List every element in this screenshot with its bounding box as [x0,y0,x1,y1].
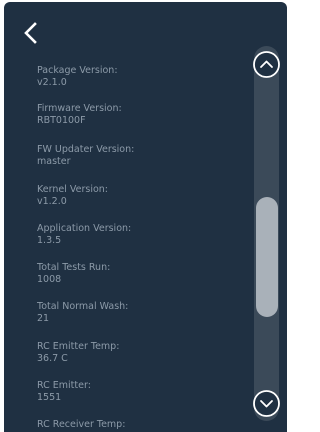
info-value: 1551 [37,392,62,403]
scroll-down-button[interactable] [252,389,281,418]
info-value: 1008 [37,274,62,285]
info-label: Total Tests Run: [37,262,111,273]
chevron-up-circle-icon [253,51,280,78]
info-value: master [37,156,71,167]
info-value: v1.2.0 [37,196,67,207]
info-value: RBT0100F [37,115,86,126]
back-button[interactable] [20,20,42,46]
info-label: FW Updater Version: [37,144,135,155]
list-item-application-version: Application Version: 1.3.5 [37,223,131,247]
list-item-kernel-version: Kernel Version: v1.2.0 [37,184,108,208]
info-label: Total Normal Wash: [37,301,129,312]
info-value: 36.7 C [37,353,68,364]
info-label: Kernel Version: [37,184,108,195]
info-label: RC Emitter Temp: [37,341,120,352]
list-item-rc-emitter-temp: RC Emitter Temp: 36.7 C [37,341,119,365]
list-item-total-normal-wash: Total Normal Wash: 21 [37,301,128,325]
list-item-fw-updater-version: FW Updater Version: master [37,144,134,168]
list-item-rc-emitter: RC Emitter: 1551 [37,380,91,404]
info-label: RC Emitter: [37,380,91,391]
scroll-up-button[interactable] [252,50,281,79]
list-item-package-version: Package Version: v2.1.0 [37,65,118,89]
info-value: 21 [37,313,50,324]
scrollbar-thumb[interactable] [256,197,278,317]
info-value: 1.3.5 [37,235,62,246]
chevron-down-circle-icon [253,390,280,417]
list-item-total-tests-run: Total Tests Run: 1008 [37,262,110,286]
list-item-firmware-version: Firmware Version: RBT0100F [37,103,122,127]
info-label: Package Version: [37,65,118,76]
chevron-left-icon [24,22,37,44]
info-label: RC Receiver Temp: [37,419,126,430]
device-info-screen: Package Version: v2.1.0 Firmware Version… [4,2,287,432]
info-value: v2.1.0 [37,77,67,88]
list-item-rc-receiver-temp: RC Receiver Temp: [37,419,125,431]
info-label: Application Version: [37,223,132,234]
info-label: Firmware Version: [37,103,122,114]
